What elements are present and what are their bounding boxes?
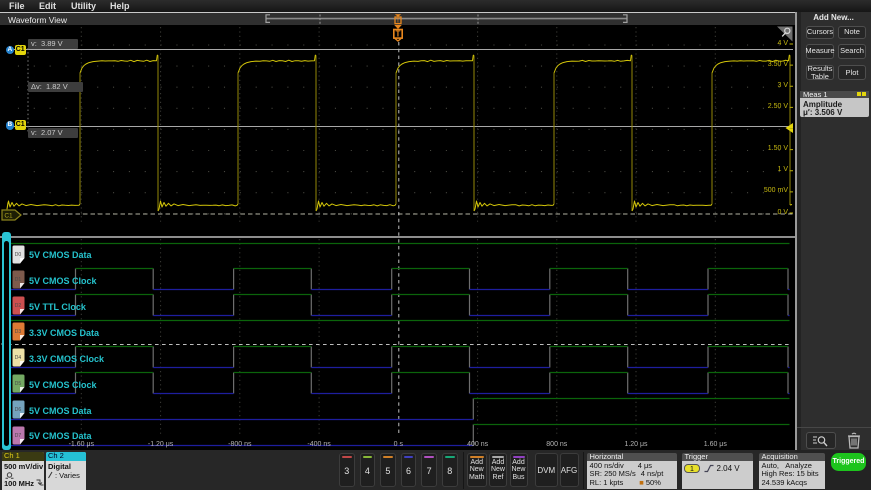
svg-text:D1: D1 (14, 277, 21, 283)
svg-text:T: T (396, 18, 400, 24)
svg-text:D6: D6 (14, 407, 21, 413)
svg-text:D7: D7 (14, 433, 21, 439)
svg-text:D5: D5 (14, 381, 21, 387)
svg-text:T: T (396, 30, 401, 39)
svg-text:D3: D3 (14, 329, 21, 335)
svg-text:D4: D4 (14, 355, 21, 361)
svg-text:D0: D0 (14, 252, 21, 258)
svg-text:D2: D2 (14, 303, 21, 309)
svg-text:C1: C1 (4, 213, 13, 220)
